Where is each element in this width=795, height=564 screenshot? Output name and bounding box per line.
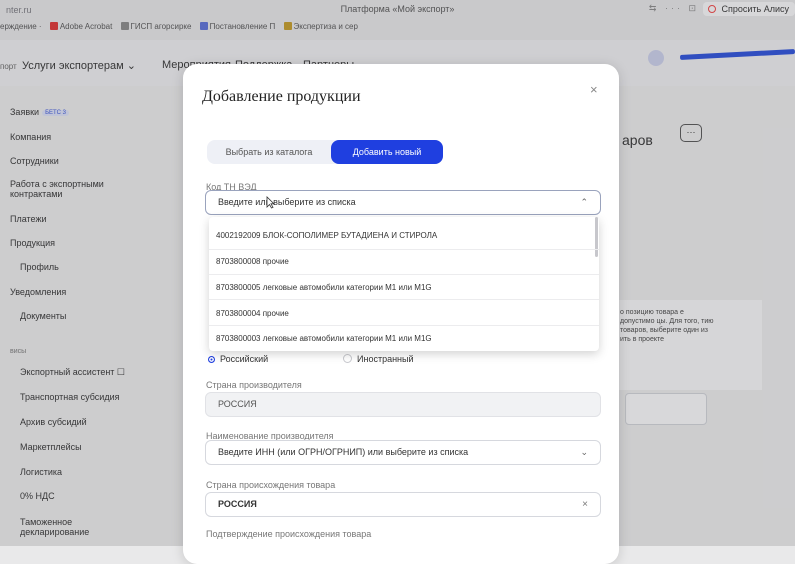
tnved-select[interactable]: Введите или выберите из списка ⌃ <box>205 190 601 215</box>
producer-name-select[interactable]: Введите ИНН (или ОГРН/ОГРНИП) или выбери… <box>205 440 601 465</box>
producer-country-label: Страна производителя <box>206 380 302 390</box>
tnved-dropdown: 4002192009 БЛОК-СОПОЛИМЕР БУТАДИЕНА И СТ… <box>209 217 599 351</box>
close-icon[interactable]: × <box>590 82 598 97</box>
mode-switch: Выбрать из каталога Добавить новый <box>207 140 443 164</box>
modal-title: Добавление продукции <box>202 88 361 105</box>
list-item[interactable]: 8703800003 легковые автомобили категории… <box>216 334 432 343</box>
origin-confirm-label: Подтверждение происхождения товара <box>206 529 372 539</box>
radio-unchecked-icon <box>343 354 352 363</box>
divider <box>209 274 599 275</box>
chevron-down-icon: ⌄ <box>580 447 588 457</box>
dropdown-scrollbar[interactable] <box>595 217 598 257</box>
divider <box>209 249 599 250</box>
divider <box>209 299 599 300</box>
tab-choose-from-catalog[interactable]: Выбрать из каталога <box>207 140 331 164</box>
add-product-modal: Добавление продукции × Выбрать из катало… <box>183 64 619 564</box>
tab-add-new[interactable]: Добавить новый <box>331 140 443 164</box>
chevron-up-icon: ⌃ <box>580 197 588 207</box>
clear-icon[interactable]: × <box>582 493 588 516</box>
mouse-cursor-icon <box>266 196 275 209</box>
radio-russian[interactable]: Российский <box>208 354 268 364</box>
divider <box>209 325 599 326</box>
radio-checked-icon <box>208 356 215 363</box>
list-item[interactable]: 4002192009 БЛОК-СОПОЛИМЕР БУТАДИЕНА И СТ… <box>216 231 437 240</box>
radio-foreign[interactable]: Иностранный <box>343 354 414 364</box>
origin-country-field[interactable]: РОССИЯ × <box>205 492 601 517</box>
list-item[interactable]: 8703800008 прочие <box>216 257 289 266</box>
origin-country-label: Страна происхождения товара <box>206 480 336 490</box>
list-item[interactable]: 8703800005 легковые автомобили категории… <box>216 283 432 292</box>
list-item[interactable]: 8703800004 прочие <box>216 309 289 318</box>
producer-country-field: РОССИЯ <box>205 392 601 417</box>
